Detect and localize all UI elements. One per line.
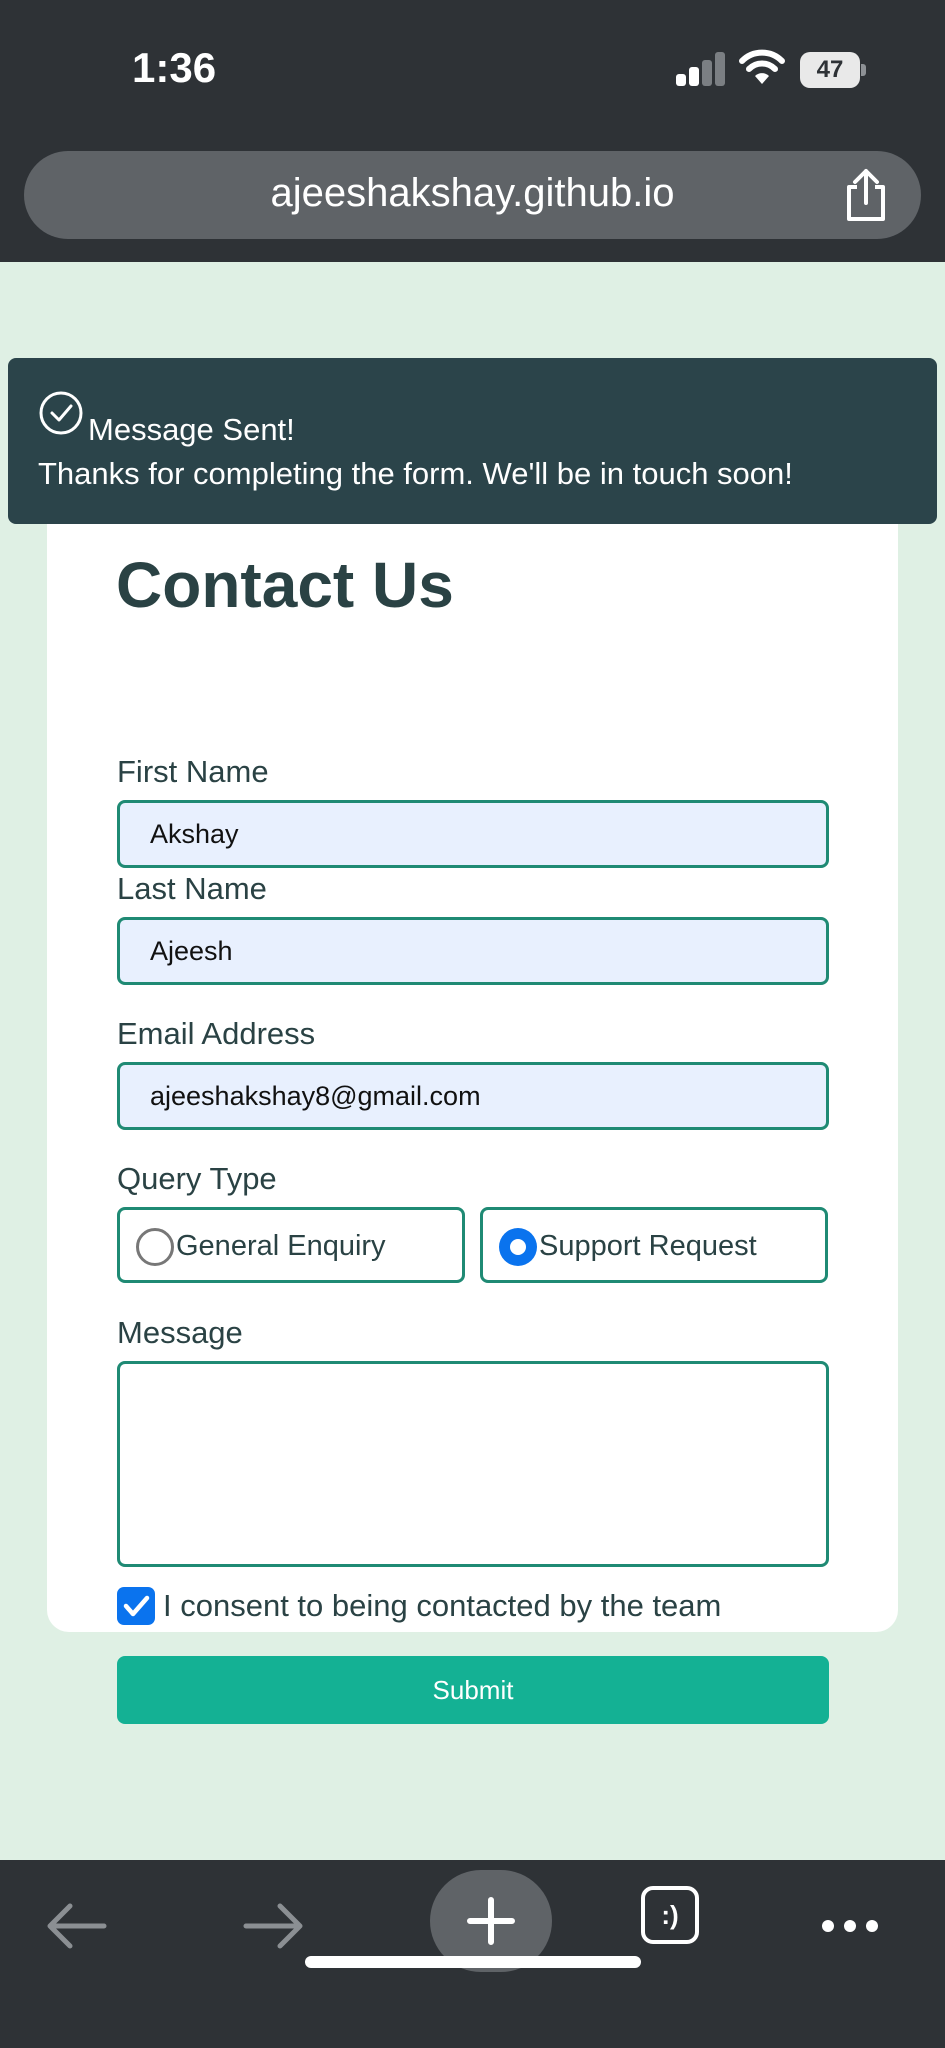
form-title: Contact Us bbox=[116, 549, 454, 621]
radio-support-request[interactable]: Support Request bbox=[480, 1207, 828, 1283]
first-name-label: First Name bbox=[117, 754, 269, 789]
query-type-label: Query Type bbox=[117, 1161, 277, 1196]
tabs-button[interactable]: :) bbox=[641, 1886, 699, 1944]
cellular-signal-icon bbox=[676, 52, 726, 86]
status-bar: 1:36 47 bbox=[0, 0, 945, 140]
wifi-icon bbox=[739, 49, 785, 84]
consent-label: I consent to being contacted by the team bbox=[163, 1588, 722, 1623]
email-input[interactable]: ajeeshakshay8@gmail.com bbox=[117, 1062, 829, 1130]
consent-checkbox[interactable] bbox=[117, 1587, 155, 1625]
last-name-input[interactable]: Ajeesh bbox=[117, 917, 829, 985]
url-text[interactable]: ajeeshakshay.github.io bbox=[24, 171, 921, 216]
share-icon[interactable] bbox=[841, 167, 891, 223]
success-toast: Message Sent! Thanks for completing the … bbox=[8, 358, 937, 524]
check-circle-icon bbox=[39, 391, 83, 435]
status-time: 1:36 bbox=[132, 44, 217, 91]
email-label: Email Address bbox=[117, 1016, 316, 1051]
last-name-label: Last Name bbox=[117, 871, 267, 906]
radio-support-request-circle[interactable] bbox=[499, 1228, 537, 1266]
radio-support-request-label: Support Request bbox=[539, 1230, 757, 1262]
phone-screen: 1:36 47 ajeeshakshay.github.io Contact U… bbox=[0, 0, 945, 2048]
submit-button[interactable]: Submit bbox=[117, 1656, 829, 1724]
back-arrow-icon[interactable] bbox=[36, 1886, 116, 1966]
battery-level: 47 bbox=[800, 52, 860, 88]
more-icon[interactable] bbox=[810, 1886, 890, 1966]
battery-icon: 47 bbox=[800, 52, 866, 88]
web-page: Contact Us First Name Akshay Last Name A… bbox=[0, 262, 945, 1860]
radio-general-enquiry-circle[interactable] bbox=[136, 1228, 174, 1266]
radio-general-enquiry[interactable]: General Enquiry bbox=[117, 1207, 465, 1283]
toast-message: Thanks for completing the form. We'll be… bbox=[38, 456, 793, 491]
first-name-input[interactable]: Akshay bbox=[117, 800, 829, 868]
toast-title: Message Sent! bbox=[88, 412, 295, 447]
home-indicator[interactable] bbox=[305, 1956, 641, 1968]
message-textarea[interactable] bbox=[117, 1361, 829, 1567]
contact-form-card: Contact Us First Name Akshay Last Name A… bbox=[47, 432, 898, 1724]
forward-arrow-icon[interactable] bbox=[234, 1886, 314, 1966]
browser-toolbar: :) bbox=[0, 1860, 945, 2048]
checkmark-icon bbox=[123, 1595, 150, 1617]
message-label: Message bbox=[117, 1315, 243, 1350]
radio-general-enquiry-label: General Enquiry bbox=[176, 1230, 386, 1262]
address-bar[interactable]: ajeeshakshay.github.io bbox=[24, 151, 921, 239]
